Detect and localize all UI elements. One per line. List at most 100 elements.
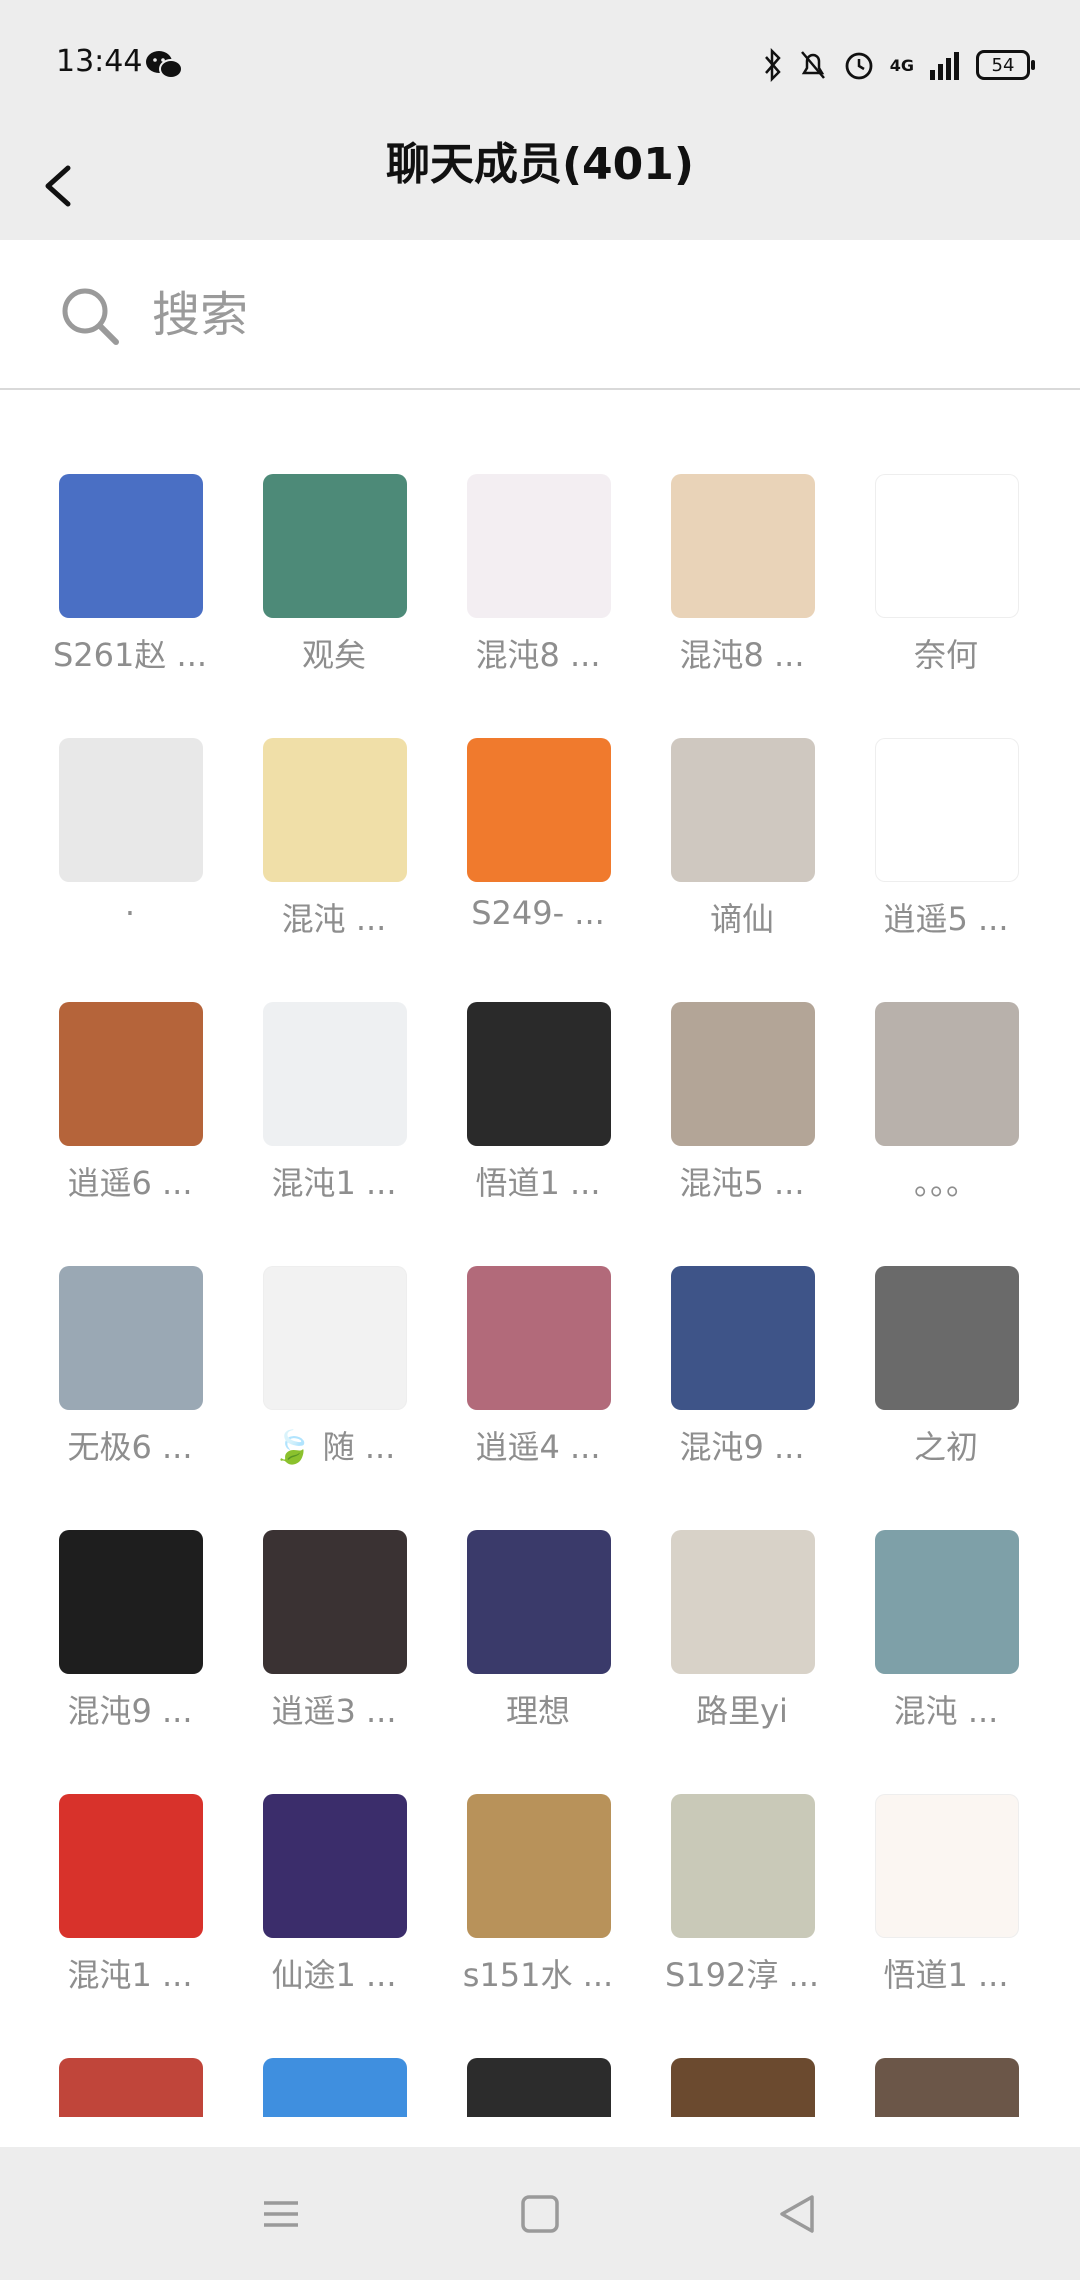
alarm-icon	[845, 52, 873, 80]
member-item[interactable]: 。。。	[844, 968, 1048, 1202]
avatar	[263, 1794, 407, 1938]
avatar	[59, 738, 203, 882]
member-item[interactable]: S249- ...	[436, 704, 640, 934]
member-name: 谪仙	[709, 900, 774, 938]
avatar	[467, 1266, 611, 1410]
member-name: 。。。	[913, 1164, 978, 1202]
member-item[interactable]: 无极6 ...	[28, 1232, 232, 1466]
member-item[interactable]: 混沌9 ...	[640, 1232, 844, 1466]
member-item[interactable]: 混沌9 ...	[28, 1496, 232, 1730]
member-name: 理想	[505, 1692, 570, 1730]
member-name: 观矣	[301, 636, 366, 674]
member-name: 混沌 ...	[281, 900, 387, 938]
avatar	[59, 1002, 203, 1146]
page-title: 聊天成员(401)	[385, 139, 695, 190]
avatar	[875, 2058, 1019, 2117]
avatar	[263, 738, 407, 882]
avatar	[59, 1266, 203, 1410]
member-name: 混沌 ...	[893, 1692, 999, 1730]
member-name: 悟道1 ...	[475, 1164, 601, 1202]
avatar	[671, 2058, 815, 2117]
avatar	[59, 1530, 203, 1674]
member-item[interactable]: 混沌5 ...	[640, 968, 844, 1202]
member-item[interactable]: 悟道1 ...	[844, 1760, 1048, 1994]
network-label: 4G	[889, 55, 914, 75]
member-name: 奈何	[913, 636, 978, 674]
member-item[interactable]: 路里yi	[640, 1496, 844, 1730]
member-item[interactable]: S192淳 ...	[640, 1760, 844, 1994]
avatar	[671, 1530, 815, 1674]
member-name: 混沌9 ...	[679, 1428, 805, 1466]
avatar	[263, 2058, 407, 2117]
avatar	[671, 1794, 815, 1938]
member-name: ·	[124, 894, 136, 932]
battery-icon: 54	[976, 50, 1035, 80]
avatar	[671, 1002, 815, 1146]
member-item[interactable]: 逍遥4 ...	[436, 1232, 640, 1466]
member-grid: S261赵 ... 观矣 混沌8 ... 混沌8 ... 奈何 · 混沌 ... S249- …	[0, 440, 1080, 2117]
avatar	[59, 2058, 203, 2117]
member-name: 混沌8 ...	[679, 636, 805, 674]
member-name: 混沌8 ...	[475, 636, 601, 674]
mute-icon	[800, 51, 825, 79]
member-item[interactable]: S261赵 ...	[28, 440, 232, 674]
avatar	[263, 1266, 407, 1410]
member-item[interactable]: 逍遥3 ...	[232, 1496, 436, 1730]
member-name: 混沌1 ...	[271, 1164, 397, 1202]
member-item[interactable]	[640, 2024, 844, 2117]
member-item[interactable]: 混沌8 ...	[640, 440, 844, 674]
member-item[interactable]: ·	[28, 704, 232, 934]
member-item[interactable]: 🍃 随 ...	[232, 1232, 436, 1466]
avatar	[263, 474, 407, 618]
member-item[interactable]: 混沌 ...	[232, 704, 436, 938]
avatar	[59, 1794, 203, 1938]
avatar	[875, 1794, 1019, 1938]
member-name: 路里yi	[696, 1692, 788, 1730]
wechat-icon	[146, 51, 183, 79]
member-item[interactable]: 观矣	[232, 440, 436, 674]
member-item[interactable]: 谪仙	[640, 704, 844, 938]
member-item[interactable]: 混沌1 ...	[28, 1760, 232, 1994]
avatar	[671, 1266, 815, 1410]
avatar	[875, 474, 1019, 618]
member-item[interactable]: s151水 ...	[436, 1760, 640, 1994]
member-name: S192淳 ...	[664, 1956, 820, 1994]
member-item[interactable]	[232, 2024, 436, 2117]
member-item[interactable]: 混沌 ...	[844, 1496, 1048, 1730]
member-item[interactable]: 之初	[844, 1232, 1048, 1466]
battery-level: 54	[991, 54, 1015, 76]
member-name: 🍃 随 ...	[272, 1428, 396, 1466]
member-item[interactable]	[28, 2024, 232, 2117]
search-bar	[0, 240, 1080, 390]
search-icon	[62, 288, 119, 345]
status-bar: 13:44 4G 54	[0, 0, 1080, 130]
avatar	[59, 474, 203, 618]
status-time: 13:44	[56, 44, 143, 79]
member-item[interactable]: 理想	[436, 1496, 640, 1730]
home-icon[interactable]	[515, 2189, 565, 2239]
member-item[interactable]: 悟道1 ...	[436, 968, 640, 1202]
system-nav-bar	[0, 2147, 1080, 2280]
back-triangle-icon[interactable]	[772, 2189, 822, 2239]
member-name: 混沌1 ...	[67, 1956, 193, 1994]
search-input[interactable]	[150, 278, 1014, 352]
menu-icon[interactable]	[256, 2189, 306, 2239]
member-item[interactable]	[844, 2024, 1048, 2117]
member-item[interactable]: 逍遥5 ...	[844, 704, 1048, 938]
member-item[interactable]: 逍遥6 ...	[28, 968, 232, 1202]
avatar	[875, 738, 1019, 882]
member-item[interactable]: 混沌1 ...	[232, 968, 436, 1202]
member-name: 仙途1 ...	[271, 1956, 397, 1994]
avatar	[263, 1002, 407, 1146]
member-item[interactable]	[436, 2024, 640, 2117]
avatar	[671, 474, 815, 618]
member-name: S249- ...	[471, 894, 605, 932]
header-bar: 聊天成员(401)	[0, 130, 1080, 240]
member-item[interactable]: 混沌8 ...	[436, 440, 640, 674]
member-item[interactable]: 仙途1 ...	[232, 1760, 436, 1994]
avatar	[875, 1530, 1019, 1674]
avatar	[875, 1266, 1019, 1410]
member-item[interactable]: 奈何	[844, 440, 1048, 674]
member-name: S261赵 ...	[52, 636, 208, 674]
member-name: 逍遥5 ...	[883, 900, 1009, 938]
